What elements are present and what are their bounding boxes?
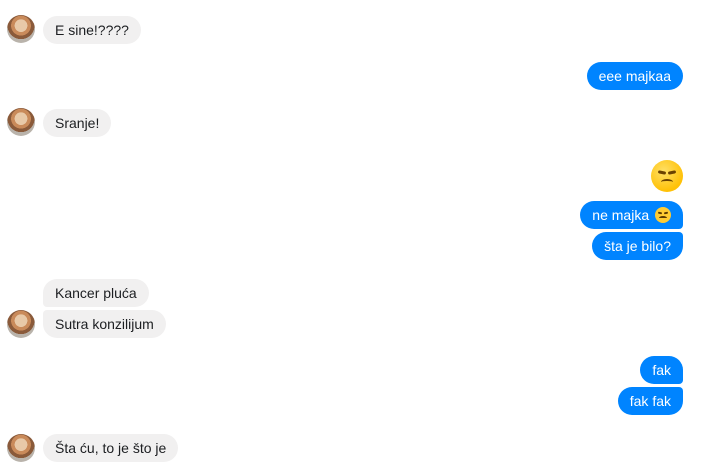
incoming-message[interactable]: Šta ću, to je što je <box>43 434 179 462</box>
message-text: Sutra konzilijum <box>55 316 154 332</box>
disappointed-face-icon[interactable] <box>651 160 683 192</box>
incoming-message[interactable]: Sranje! <box>43 109 112 137</box>
outgoing-message[interactable]: fak <box>640 356 683 384</box>
outgoing-message[interactable]: eee majkaa <box>586 62 683 90</box>
message-text: ne majka <box>592 207 650 223</box>
contact-avatar[interactable] <box>7 310 35 338</box>
incoming-message[interactable]: Kancer pluća <box>43 279 149 307</box>
message-text: Sranje! <box>55 115 100 131</box>
message-text: E sine!???? <box>55 22 129 38</box>
contact-avatar[interactable] <box>7 108 35 136</box>
message-text: šta je bilo? <box>604 238 671 254</box>
contact-avatar[interactable] <box>7 15 35 43</box>
incoming-message[interactable]: Sutra konzilijum <box>43 310 166 338</box>
message-text: fak fak <box>629 393 671 409</box>
message-text: fak <box>652 362 671 378</box>
incoming-message[interactable]: E sine!???? <box>43 16 141 44</box>
message-text: Kancer pluća <box>55 285 137 301</box>
message-text: Šta ću, to je što je <box>55 440 167 456</box>
contact-avatar[interactable] <box>7 434 35 462</box>
disappointed-face-icon <box>655 207 671 223</box>
outgoing-message[interactable]: ne majka <box>580 201 683 229</box>
outgoing-message[interactable]: šta je bilo? <box>592 232 683 260</box>
message-text: eee majkaa <box>598 68 671 84</box>
outgoing-message[interactable]: fak fak <box>617 387 683 415</box>
